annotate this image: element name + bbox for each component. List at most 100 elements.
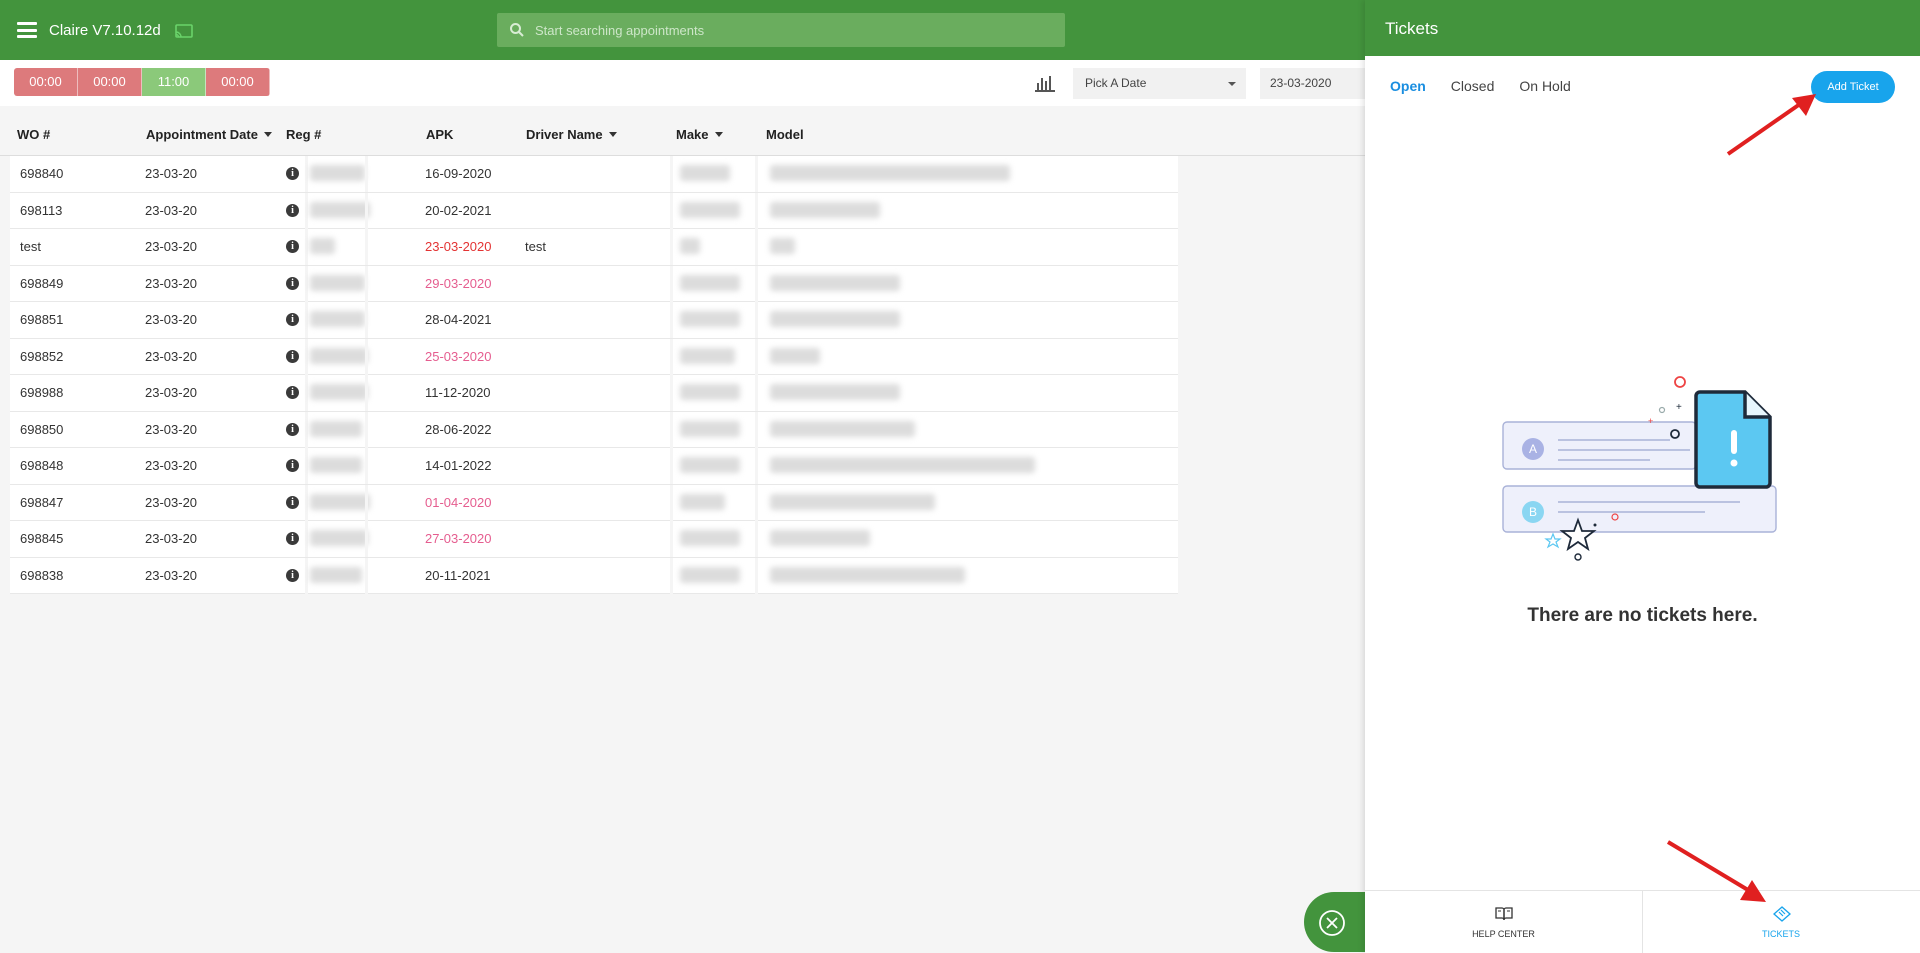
tab-closed[interactable]: Closed [1451,78,1495,98]
apk-cell: 28-06-2022 [425,421,492,437]
redacted-reg [310,238,335,254]
column-header-make[interactable]: Make [676,127,723,142]
redacted-reg [310,530,368,546]
avatar-letter: B [1529,505,1537,519]
column-divider [305,521,308,557]
cast-icon[interactable] [175,24,193,38]
column-header-reg[interactable]: Reg # [286,127,321,142]
bar-chart-icon[interactable] [1034,73,1056,93]
info-icon[interactable]: i [286,349,299,363]
date-input[interactable]: 23-03-2020 [1260,68,1365,99]
panel-title: Tickets [1385,19,1439,38]
wo-cell: 698845 [20,531,64,546]
table-row[interactable]: 698851 23-03-20 i 28-04-2021 [10,302,1178,339]
column-divider [305,265,308,302]
redacted-reg [310,457,362,473]
date-cell: 23-03-20 [145,421,198,437]
table-row[interactable]: 698850 23-03-20 i 28-06-2022 [10,411,1178,448]
timer-button[interactable]: 00:00 [78,68,142,96]
redacted-make [680,347,735,364]
table-header: WO # Appointment Date Reg # APK Driver N… [0,118,1365,156]
redacted-model [770,165,1010,181]
date-cell: 23-03-20 [145,494,198,510]
column-divider [755,338,758,375]
add-ticket-button[interactable]: Add Ticket [1811,71,1895,103]
tab-on-hold[interactable]: On Hold [1519,78,1570,98]
timer-group: 00:00 00:00 11:00 00:00 [14,68,270,96]
column-header-driver-name[interactable]: Driver Name [526,127,617,142]
table-row[interactable]: 698849 23-03-20 i 29-03-2020 [10,265,1178,302]
redacted-make [680,274,740,291]
apk-cell: 11-12-2020 [425,385,491,400]
redacted-model [770,530,870,546]
info-icon[interactable]: i [286,313,299,326]
timer-button[interactable]: 00:00 [206,68,270,96]
sort-down-icon [714,132,723,137]
table-row[interactable]: 698988 23-03-20 i 11-12-2020 [10,375,1178,412]
table-row[interactable]: 698840 23-03-20 i 16-09-2020 [10,156,1178,193]
column-header-model[interactable]: Model [766,127,804,142]
table-row[interactable]: 698113 23-03-20 i 20-02-2021 [10,192,1178,229]
date-cell: 23-03-20 [145,567,198,583]
info-icon[interactable]: i [286,276,299,290]
column-label: WO # [17,127,51,142]
search-input[interactable] [535,13,1055,47]
column-divider [305,448,308,484]
apk-cell: 20-02-2021 [425,202,492,218]
timer-button[interactable]: 00:00 [14,68,78,96]
column-divider [305,192,308,229]
redacted-reg [310,420,362,437]
search-bar [497,13,1065,47]
info-icon[interactable]: i [286,167,299,180]
info-icon[interactable]: i [286,495,299,509]
tickets-tab-button[interactable]: TICKETS [1642,891,1919,953]
redacted-reg [310,493,370,510]
info-icon[interactable]: i [286,203,299,217]
redacted-make [680,493,725,510]
close-widget-button[interactable] [1304,892,1370,952]
info-icon[interactable]: i [286,422,299,436]
column-header-wo[interactable]: WO # [17,127,50,142]
date-cell: 23-03-20 [145,458,198,473]
wo-cell: 698850 [20,421,64,437]
column-divider [755,375,758,411]
column-divider [365,411,368,448]
table-row[interactable]: 698838 23-03-20 i 20-11-2021 [10,557,1178,594]
sort-down-icon [263,132,272,137]
help-center-button[interactable]: HELP CENTER [1365,891,1642,953]
column-header-apk[interactable]: APK [426,127,453,142]
column-divider [755,411,758,448]
redacted-reg [310,274,365,291]
redacted-model [770,420,915,437]
table-row[interactable]: 698852 23-03-20 i 25-03-2020 [10,338,1178,375]
table-row[interactable]: 698848 23-03-20 i 14-01-2022 [10,448,1178,485]
info-icon[interactable]: i [286,459,299,472]
date-picker-select[interactable]: Pick A Date [1073,68,1246,99]
info-icon[interactable]: i [286,386,299,399]
column-divider [305,302,308,338]
wo-cell: 698847 [20,494,64,510]
table-row[interactable]: 698847 23-03-20 i 01-04-2020 [10,484,1178,521]
info-icon[interactable]: i [286,240,299,253]
column-divider [755,265,758,302]
redacted-model [770,493,935,510]
ticket-tabs: Open Closed On Hold [1390,78,1596,98]
column-divider [670,302,673,338]
apk-cell: 25-03-2020 [425,348,492,364]
redacted-reg [310,347,368,364]
tab-open[interactable]: Open [1390,78,1426,98]
close-circle-icon [1319,910,1345,936]
column-divider [365,338,368,375]
info-icon[interactable]: i [286,568,299,582]
footer-label: HELP CENTER [1472,929,1535,939]
timer-button[interactable]: 11:00 [142,68,206,96]
column-label: Reg # [286,127,322,142]
table-row[interactable]: 698845 23-03-20 i 27-03-2020 [10,521,1178,558]
hamburger-menu-icon[interactable] [17,22,37,38]
redacted-model [770,566,965,583]
column-header-appointment-date[interactable]: Appointment Date [146,127,272,142]
table-row[interactable]: test 23-03-20 i 23-03-2020 test [10,229,1178,266]
redacted-model [770,384,900,400]
info-icon[interactable]: i [286,532,299,545]
wo-cell: 698113 [20,202,63,218]
